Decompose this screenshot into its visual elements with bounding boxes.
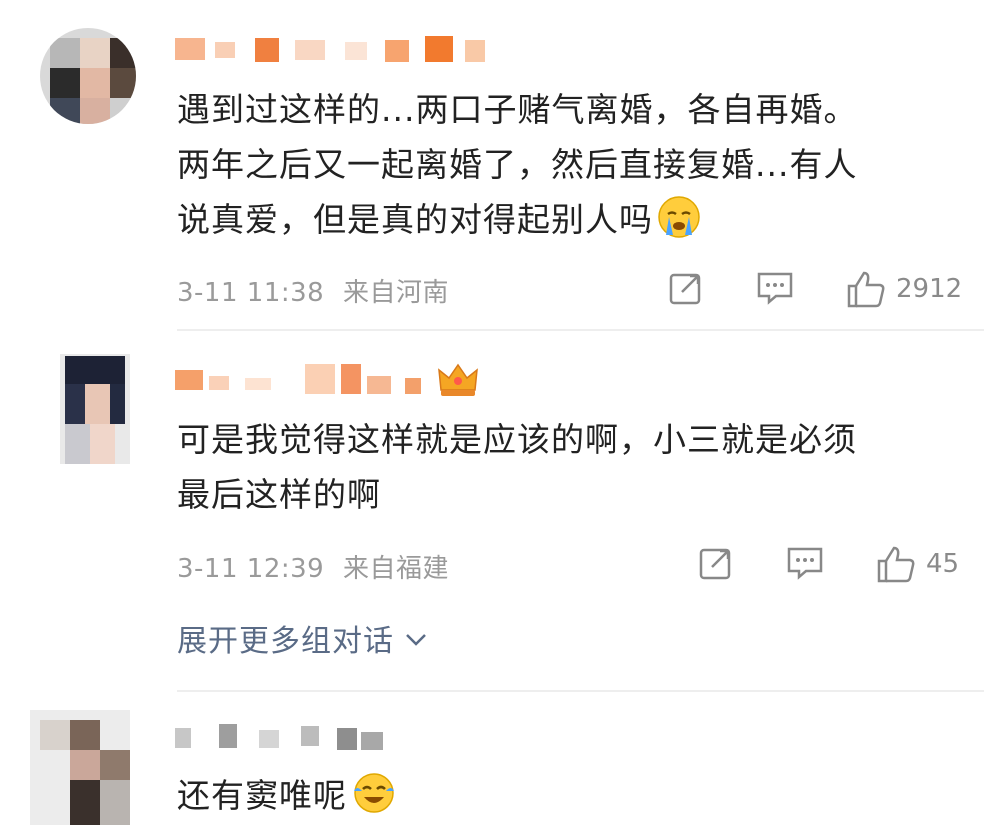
avatar[interactable]	[60, 354, 130, 464]
username-redacted[interactable]	[175, 32, 505, 68]
like-button[interactable]: 45	[876, 545, 959, 583]
comment-line: 说真爱，但是真的对得起别人吗	[177, 200, 653, 239]
location: 来自河南	[342, 278, 449, 308]
share-icon	[669, 273, 701, 305]
comment-1: 遇到过这样的...两口子赌气离婚，各自再婚。 两年之后又一起离婚了，然后直接复婚…	[0, 0, 984, 330]
reply-button[interactable]	[756, 270, 794, 306]
thumbs-up-icon	[847, 271, 885, 308]
share-button[interactable]	[668, 270, 704, 306]
comment-actions: 45	[690, 545, 980, 585]
comment-icon	[787, 547, 823, 580]
avatar[interactable]	[30, 710, 130, 825]
reply-button[interactable]	[786, 545, 824, 581]
comment-text: 还有窦唯呢	[177, 768, 967, 831]
comment-text: 可是我觉得这样就是应该的啊，小三就是必须 最后这样的啊	[177, 412, 967, 522]
username-redacted[interactable]	[175, 360, 478, 396]
timestamp: 3-11 12:39	[177, 554, 325, 584]
comment-meta: 3-11 12:39 来自福建	[177, 548, 449, 585]
expand-conversation-link[interactable]: 展开更多组对话	[177, 616, 428, 660]
comment-line: 可是我觉得这样就是应该的啊，小三就是必须	[177, 420, 857, 459]
laughing-tears-face-icon	[351, 771, 397, 831]
comment-line: 最后这样的啊	[177, 475, 381, 514]
timestamp: 3-11 11:38	[177, 278, 325, 308]
comment-icon	[757, 272, 793, 305]
crown-badge-icon	[437, 362, 479, 402]
like-count: 45	[926, 549, 960, 579]
location: 来自福建	[342, 554, 449, 584]
comment-line: 遇到过这样的...两口子赌气离婚，各自再婚。	[177, 90, 858, 129]
thumbs-up-icon	[877, 546, 915, 583]
comment-2: 可是我觉得这样就是应该的啊，小三就是必须 最后这样的啊 3-11 12:39 来…	[0, 330, 984, 660]
comment-3: 还有窦唯呢	[0, 690, 984, 825]
comment-text: 遇到过这样的...两口子赌气离婚，各自再婚。 两年之后又一起离婚了，然后直接复婚…	[177, 82, 967, 255]
like-count: 2912	[896, 274, 963, 304]
username-redacted[interactable]	[175, 720, 395, 756]
avatar[interactable]	[40, 28, 136, 124]
comment-line: 还有窦唯呢	[177, 776, 347, 815]
comment-actions: 2912	[660, 270, 980, 310]
expand-label: 展开更多组对话	[177, 624, 394, 659]
chevron-down-icon	[404, 621, 428, 656]
share-button[interactable]	[698, 545, 734, 581]
like-button[interactable]: 2912	[846, 270, 962, 308]
comment-meta: 3-11 11:38 来自河南	[177, 272, 449, 309]
comment-line: 两年之后又一起离婚了，然后直接复婚...有人	[177, 145, 858, 184]
crying-face-icon	[657, 195, 701, 255]
share-icon	[699, 548, 731, 580]
